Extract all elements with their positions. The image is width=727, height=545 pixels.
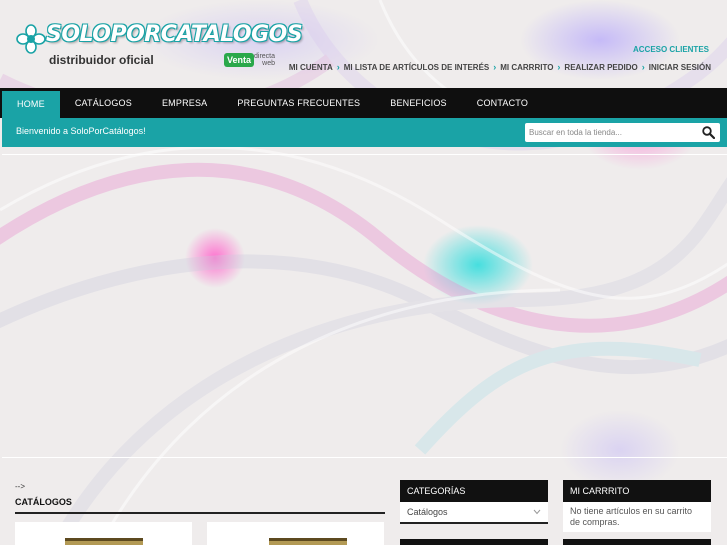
hero-banner (2, 154, 727, 458)
nav-item-catalogos[interactable]: CATÁLOGOS (60, 88, 147, 118)
main-nav: HOME CATÁLOGOS EMPRESA PREGUNTAS FRECUEN… (0, 88, 727, 118)
search-icon[interactable] (702, 126, 715, 139)
badge-web: web (262, 60, 276, 67)
categories-box: CATEGORÍAS Catálogos (400, 480, 548, 524)
venta-directa-badge: Venta directa web (224, 51, 280, 73)
flower-icon (16, 24, 46, 54)
chevron-right-icon: › (557, 62, 561, 72)
header: SOLOPORCATALOGOS distribuidor oficial Ve… (0, 0, 727, 88)
cart-box: MI CARRRITO No tiene artículos en su car… (563, 480, 711, 532)
top-link-mi-carrito[interactable]: MI CARRRITO (500, 62, 553, 72)
venta-side-label: directa web (254, 53, 275, 67)
nav-item-contacto[interactable]: CONTACTO (462, 88, 543, 118)
welcome-bar: Bienvenido a SoloPorCatálogos! (2, 118, 727, 147)
top-link-iniciar-sesion[interactable]: INICIAR SESIÓN (649, 62, 711, 72)
categories-selected-value: Catálogos (407, 507, 448, 517)
chevron-right-icon: › (641, 62, 645, 72)
product-thumbnail[interactable] (269, 538, 347, 545)
chevron-right-icon: › (336, 62, 340, 72)
acceso-clientes-link[interactable]: ACCESO CLIENTES (633, 45, 709, 54)
nav-item-empresa[interactable]: EMPRESA (147, 88, 222, 118)
stray-text: --> (15, 482, 25, 491)
section-title: CATÁLOGOS (15, 497, 72, 507)
search-box (525, 123, 720, 142)
categories-title: CATEGORÍAS (400, 480, 548, 502)
logo[interactable]: SOLOPORCATALOGOS distribuidor oficial Ve… (16, 22, 303, 74)
cart-empty-message: No tiene artículos en su carrito de comp… (563, 502, 711, 532)
badge-directa: directa (254, 53, 276, 60)
nav-item-preguntas-frecuentes[interactable]: PREGUNTAS FRECUENTES (222, 88, 375, 118)
chevron-down-icon (533, 509, 541, 515)
search-input[interactable] (529, 125, 694, 140)
product-thumbnail[interactable] (65, 538, 143, 545)
section-divider (15, 512, 385, 514)
sidebar-box-header (400, 539, 548, 545)
nav-item-beneficios[interactable]: BENEFICIOS (375, 88, 462, 118)
chevron-right-icon: › (493, 62, 497, 72)
top-link-lista-interes[interactable]: MI LISTA DE ARTÍCULOS DE INTERÉS (344, 62, 489, 72)
categories-select[interactable]: Catálogos (400, 502, 548, 524)
top-link-mi-cuenta[interactable]: MI CUENTA (289, 62, 333, 72)
cart-title: MI CARRRITO (563, 480, 711, 502)
sidebar-box-header (563, 539, 711, 545)
nav-item-home[interactable]: HOME (2, 91, 60, 118)
product-card[interactable] (207, 522, 384, 545)
venta-label: Venta (224, 53, 255, 67)
welcome-message: Bienvenido a SoloPorCatálogos! (16, 126, 146, 136)
logo-subtitle: distribuidor oficial (49, 53, 154, 67)
top-link-realizar-pedido[interactable]: REALIZAR PEDIDO (564, 62, 637, 72)
top-links: MI CUENTA › MI LISTA DE ARTÍCULOS DE INT… (289, 62, 711, 72)
product-card[interactable] (15, 522, 192, 545)
main-content: --> CATÁLOGOS CATEGORÍAS Catálogos MI CA… (0, 466, 727, 545)
logo-text: SOLOPORCATALOGOS (46, 22, 303, 47)
